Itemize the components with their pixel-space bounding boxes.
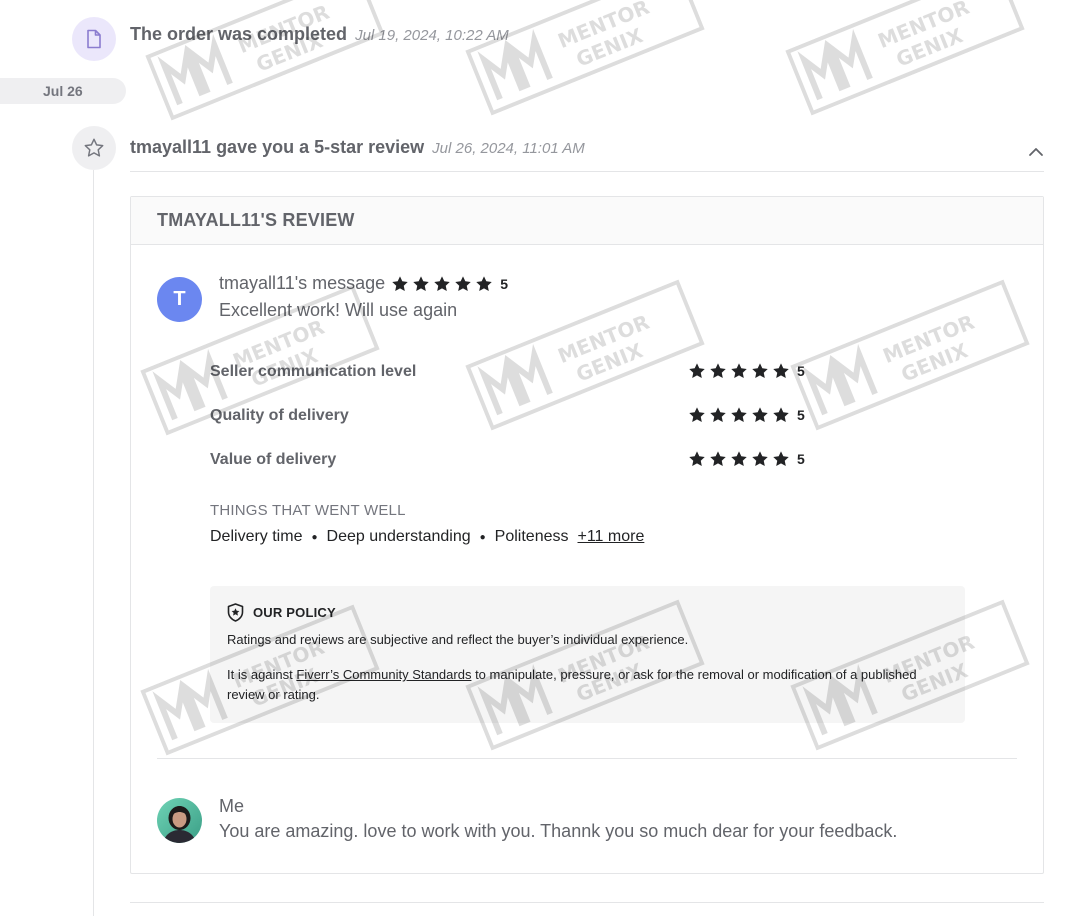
- rating-score-value: 5: [797, 451, 805, 467]
- rating-score-quality: 5: [797, 407, 805, 423]
- star-icon: [731, 363, 747, 379]
- chevron-up-icon: [1029, 148, 1043, 156]
- star-icon: [476, 275, 492, 291]
- review-event-title: tmayall11 gave you a 5-star review: [130, 137, 425, 157]
- star-icon: [731, 407, 747, 423]
- watermark-logo: MENTOR GENIX: [785, 0, 1025, 116]
- went-well-title: THINGS THAT WENT WELL: [210, 502, 406, 519]
- more-items-link[interactable]: +11 more: [578, 528, 645, 546]
- star-icon: [752, 363, 768, 379]
- rating-stars-quality: 5: [688, 406, 805, 424]
- star-icon: [689, 363, 705, 379]
- watermark-logo: MENTOR GENIX: [145, 0, 385, 121]
- header-divider: [130, 171, 1044, 172]
- rating-stars-communication: 5: [688, 362, 805, 380]
- document-icon: [87, 29, 101, 49]
- order-completed-event: The order was completed Jul 19, 2024, 10:…: [130, 24, 509, 45]
- watermark-text-1: MENTOR: [874, 0, 972, 53]
- star-icon: [773, 451, 789, 467]
- seller-avatar-image: [157, 798, 202, 843]
- buyer-score: 5: [500, 275, 508, 292]
- watermark-text-2: GENIX: [893, 23, 967, 72]
- review-event: tmayall11 gave you a 5-star review Jul 26…: [130, 137, 585, 158]
- buyer-message-label: tmayall11's message: [219, 273, 386, 293]
- star-icon: [710, 451, 726, 467]
- buyer-message-text: Excellent work! Will use again: [219, 300, 458, 320]
- bullet-separator: ●: [479, 531, 486, 543]
- shield-star-icon: [227, 603, 244, 622]
- watermark-logo: MENTOR GENIX: [465, 0, 705, 116]
- order-completed-title: The order was completed: [130, 24, 348, 44]
- star-icon: [773, 363, 789, 379]
- policy-line-2-start: It is against: [227, 667, 297, 682]
- star-icon: [752, 451, 768, 467]
- star-icon: [455, 275, 471, 291]
- review-event-time: Jul 26, 2024, 11:01 AM: [432, 140, 585, 157]
- reply-divider: [157, 758, 1017, 759]
- buyer-avatar: T: [157, 277, 202, 322]
- seller-name: Me: [219, 796, 245, 816]
- watermark-text-1: MENTOR: [554, 0, 652, 53]
- star-icon: [752, 407, 768, 423]
- bullet-separator: ●: [311, 531, 318, 543]
- star-icon: [731, 451, 747, 467]
- star-icon: [689, 451, 705, 467]
- went-well-item: Deep understanding: [326, 528, 471, 545]
- star-icon: [392, 275, 408, 291]
- policy-line-1: Ratings and reviews are subjective and r…: [227, 632, 689, 647]
- timeline-line: [93, 170, 94, 916]
- star-outline-icon: [84, 138, 104, 157]
- star-icon: [689, 407, 705, 423]
- order-completed-time: Jul 19, 2024, 10:22 AM: [355, 27, 509, 44]
- star-icon: [434, 275, 450, 291]
- seller-reply-text: You are amazing. love to work with you. …: [219, 821, 898, 841]
- went-well-item: Politeness: [494, 528, 569, 545]
- policy-line-2: It is against Fiverr’s Community Standar…: [227, 665, 947, 705]
- star-icon: [773, 407, 789, 423]
- review-card-header: TMAYALL11'S REVIEW: [131, 197, 1043, 245]
- rating-label-quality: Quality of delivery: [210, 407, 349, 424]
- collapse-review-button[interactable]: [1024, 140, 1048, 164]
- date-separator: Jul 26: [0, 78, 126, 104]
- went-well-list: Delivery time ● Deep understanding ● Pol…: [210, 528, 644, 546]
- watermark-text-2: GENIX: [573, 23, 647, 72]
- star-icon: [413, 275, 429, 291]
- star-icon: [710, 363, 726, 379]
- review-event-icon-circle: [72, 126, 116, 170]
- community-standards-link[interactable]: Fiverr’s Community Standards: [296, 667, 471, 682]
- review-card: TMAYALL11'S REVIEW T tmayall11's message…: [130, 196, 1044, 874]
- bottom-divider: [130, 902, 1044, 903]
- policy-title: OUR POLICY: [253, 605, 336, 620]
- went-well-item: Delivery time: [210, 528, 303, 545]
- policy-header: OUR POLICY: [227, 603, 336, 622]
- seller-avatar: [157, 798, 202, 843]
- rating-score-communication: 5: [797, 363, 805, 379]
- buyer-star-rating: 5: [391, 275, 508, 293]
- rating-label-value: Value of delivery: [210, 451, 337, 468]
- buyer-message-header: tmayall11's message 5: [219, 273, 508, 294]
- star-icon: [710, 407, 726, 423]
- order-event-icon-circle: [72, 17, 116, 61]
- policy-box: OUR POLICY Ratings and reviews are subje…: [210, 586, 965, 723]
- rating-label-communication: Seller communication level: [210, 363, 417, 380]
- rating-stars-value: 5: [688, 450, 805, 468]
